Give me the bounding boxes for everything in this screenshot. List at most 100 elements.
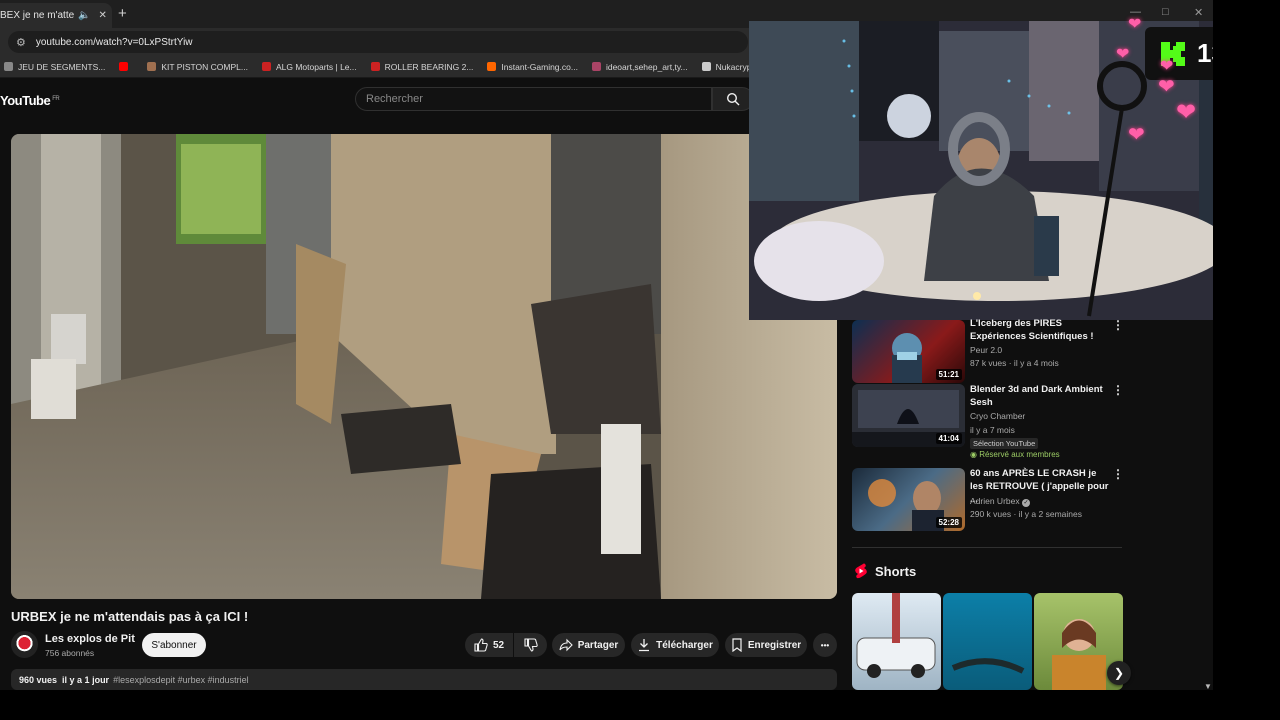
address-bar[interactable]: ⚙ youtube.com/watch?v=0LxPStrtYiw [8,31,748,53]
close-window-icon[interactable]: ✕ [1194,6,1203,19]
download-label: Télécharger [656,639,713,651]
thumbs-up-icon [474,638,488,652]
subscribe-button[interactable]: S'abonner [142,633,206,657]
short-art [951,658,1025,674]
bookmark-item[interactable]: ROLLER BEARING 2... [370,61,474,72]
channel-name[interactable]: Les explos de Pit [45,633,135,645]
bookmark-item[interactable] [119,62,133,71]
more-vert-icon[interactable]: ⋮ [1112,318,1124,332]
dislike-button[interactable] [514,633,547,657]
short-art [856,593,936,678]
maximize-icon[interactable]: □ [1162,6,1169,18]
shorts-heading: Shorts [875,563,917,579]
new-tab-button[interactable]: + [118,5,127,22]
bookmark-item[interactable]: Instant-Gaming.co... [487,62,578,72]
video-duration: 41:04 [935,433,962,444]
short-thumbnail[interactable] [852,593,941,690]
members-only-label: ◉ Réservé aux membres [970,450,1060,459]
recommendation-channel: Cryo Chamber [970,411,1026,421]
hashtags[interactable]: #lesexplosdepit #urbex #industriel [113,675,249,685]
save-button[interactable]: Enregistrer [725,633,807,657]
bookmark-favicon-icon [591,62,601,71]
bookmark-label: JEU DE SEGMENTS... [18,61,106,72]
close-tab-icon[interactable]: ✕ [98,10,106,21]
bookmark-favicon-icon [487,62,497,71]
selection-badge: Sélection YouTube [970,438,1039,449]
bookmark-favicon-icon [147,62,157,71]
recommendation-item[interactable]: 51:21 L'Iceberg des PIRES Expériences Sc… [852,318,1124,383]
heart-icon: ❤ [1176,99,1197,126]
subscriber-count: 756 abonnés [45,648,95,658]
bookmark-label: KIT PISTON COMPL... [161,61,248,72]
recommendation-meta: 87 k vues · il y a 4 mois [970,358,1059,368]
bookmark-favicon-icon [261,62,271,71]
members-icon: ◉ [970,450,980,459]
more-vert-icon[interactable]: ⋮ [1112,467,1124,481]
bookmark-label: ALG Motoparts | Le... [275,61,357,72]
verified-icon: ✓ [1021,499,1030,507]
video-player[interactable] [11,134,837,599]
bookmark-favicon-icon [119,62,129,71]
bookmark-label: Instant-Gaming.co... [501,61,578,72]
heart-icon: ❤ [1116,46,1130,63]
recommendation-thumbnail[interactable]: 52:28 [852,468,965,531]
share-label: Partager [577,639,619,651]
youtube-logo[interactable]: YouTube FR [0,93,60,108]
bookmark-item[interactable]: JEU DE SEGMENTS... [4,62,105,72]
recommendation-thumbnail[interactable]: 41:04 [852,384,965,447]
search-placeholder: Rechercher [366,93,423,105]
recommendation-channel-row: Adrien Urbex ✓ [970,495,1030,508]
search-icon [726,92,740,106]
bookmark-item[interactable]: KIT PISTON COMPL... [147,62,248,72]
channel-avatar[interactable] [11,631,38,658]
bookmark-item[interactable]: ideoart,sehep_art,ty... [591,61,688,72]
heart-icon: ❤ [1128,16,1142,33]
recommendation-item[interactable]: 52:28 60 ans APRÈS LE CRASH je les RETRO… [852,466,1124,532]
share-icon [559,638,573,652]
shorts-icon [855,563,867,579]
short-thumbnail[interactable] [943,593,1032,690]
more-vert-icon[interactable]: ⋮ [1112,383,1124,397]
right-black-area [1213,0,1280,690]
section-divider [852,547,1122,548]
speaker-icon[interactable]: 🔈 [78,10,90,21]
bookmark-label: ideoart,sehep_art,ty... [605,61,688,72]
download-icon [639,639,650,652]
recommendation-channel: Peur 2.0 [970,345,1003,355]
recommendation-thumbnail[interactable]: 51:21 [852,320,965,383]
logo-region: FR [52,95,60,102]
video-title: URBEX je ne m'attendais pas à ça ICI ! [11,609,249,624]
view-count: 960 vues [19,674,58,685]
like-button[interactable]: 52 [465,633,513,657]
share-button[interactable]: Partager [552,633,625,657]
recommendation-channel: Adrien Urbex [970,496,1020,506]
heart-icon: ❤ [1128,124,1145,146]
download-button[interactable]: Télécharger [631,633,719,657]
thumbs-down-icon [523,638,538,652]
bookmark-favicon-icon [4,62,13,71]
more-actions-button[interactable]: ••• [813,633,837,657]
search-input[interactable]: Rechercher [355,87,712,111]
search-button[interactable] [712,87,754,111]
recommendation-meta: 290 k vues · il y a 2 semaines [970,509,1082,519]
heart-icon: ❤ [1158,76,1175,98]
url-text: youtube.com/watch?v=0LxPStrtYiw [35,36,193,48]
heart-icon: ❤ [1160,58,1174,75]
screen: BEX je ne m'attendais 🔈 ✕ + — □ ✕ ⚙ yout… [0,0,1280,720]
description-box[interactable]: 960 vues il y a 1 jour #lesexplosdepit #… [11,669,837,690]
bookmark-favicon-icon [370,62,380,71]
like-count: 52 [492,639,505,651]
tab-title: BEX je ne m'attendais [0,10,74,21]
bookmark-favicon-icon [701,62,711,71]
site-settings-icon[interactable]: ⚙ [16,36,26,49]
recommendation-title: Blender 3d and Dark Ambient Sesh [970,384,1103,408]
logo-text: YouTube [0,93,51,108]
shorts-next-button[interactable]: ❯ [1107,661,1131,685]
shorts-header: Shorts [854,563,916,579]
recommendation-item[interactable]: 41:04 Blender 3d and Dark Ambient Sesh C… [852,382,1124,464]
bookmark-item[interactable]: ALG Motoparts | Le... [261,61,357,72]
browser-tab[interactable]: BEX je ne m'attendais 🔈 ✕ [0,3,112,28]
bookmark-label: ROLLER BEARING 2... [384,61,474,72]
upload-date: il y a 1 jour [62,674,110,685]
bottom-black-bar [0,690,1280,720]
